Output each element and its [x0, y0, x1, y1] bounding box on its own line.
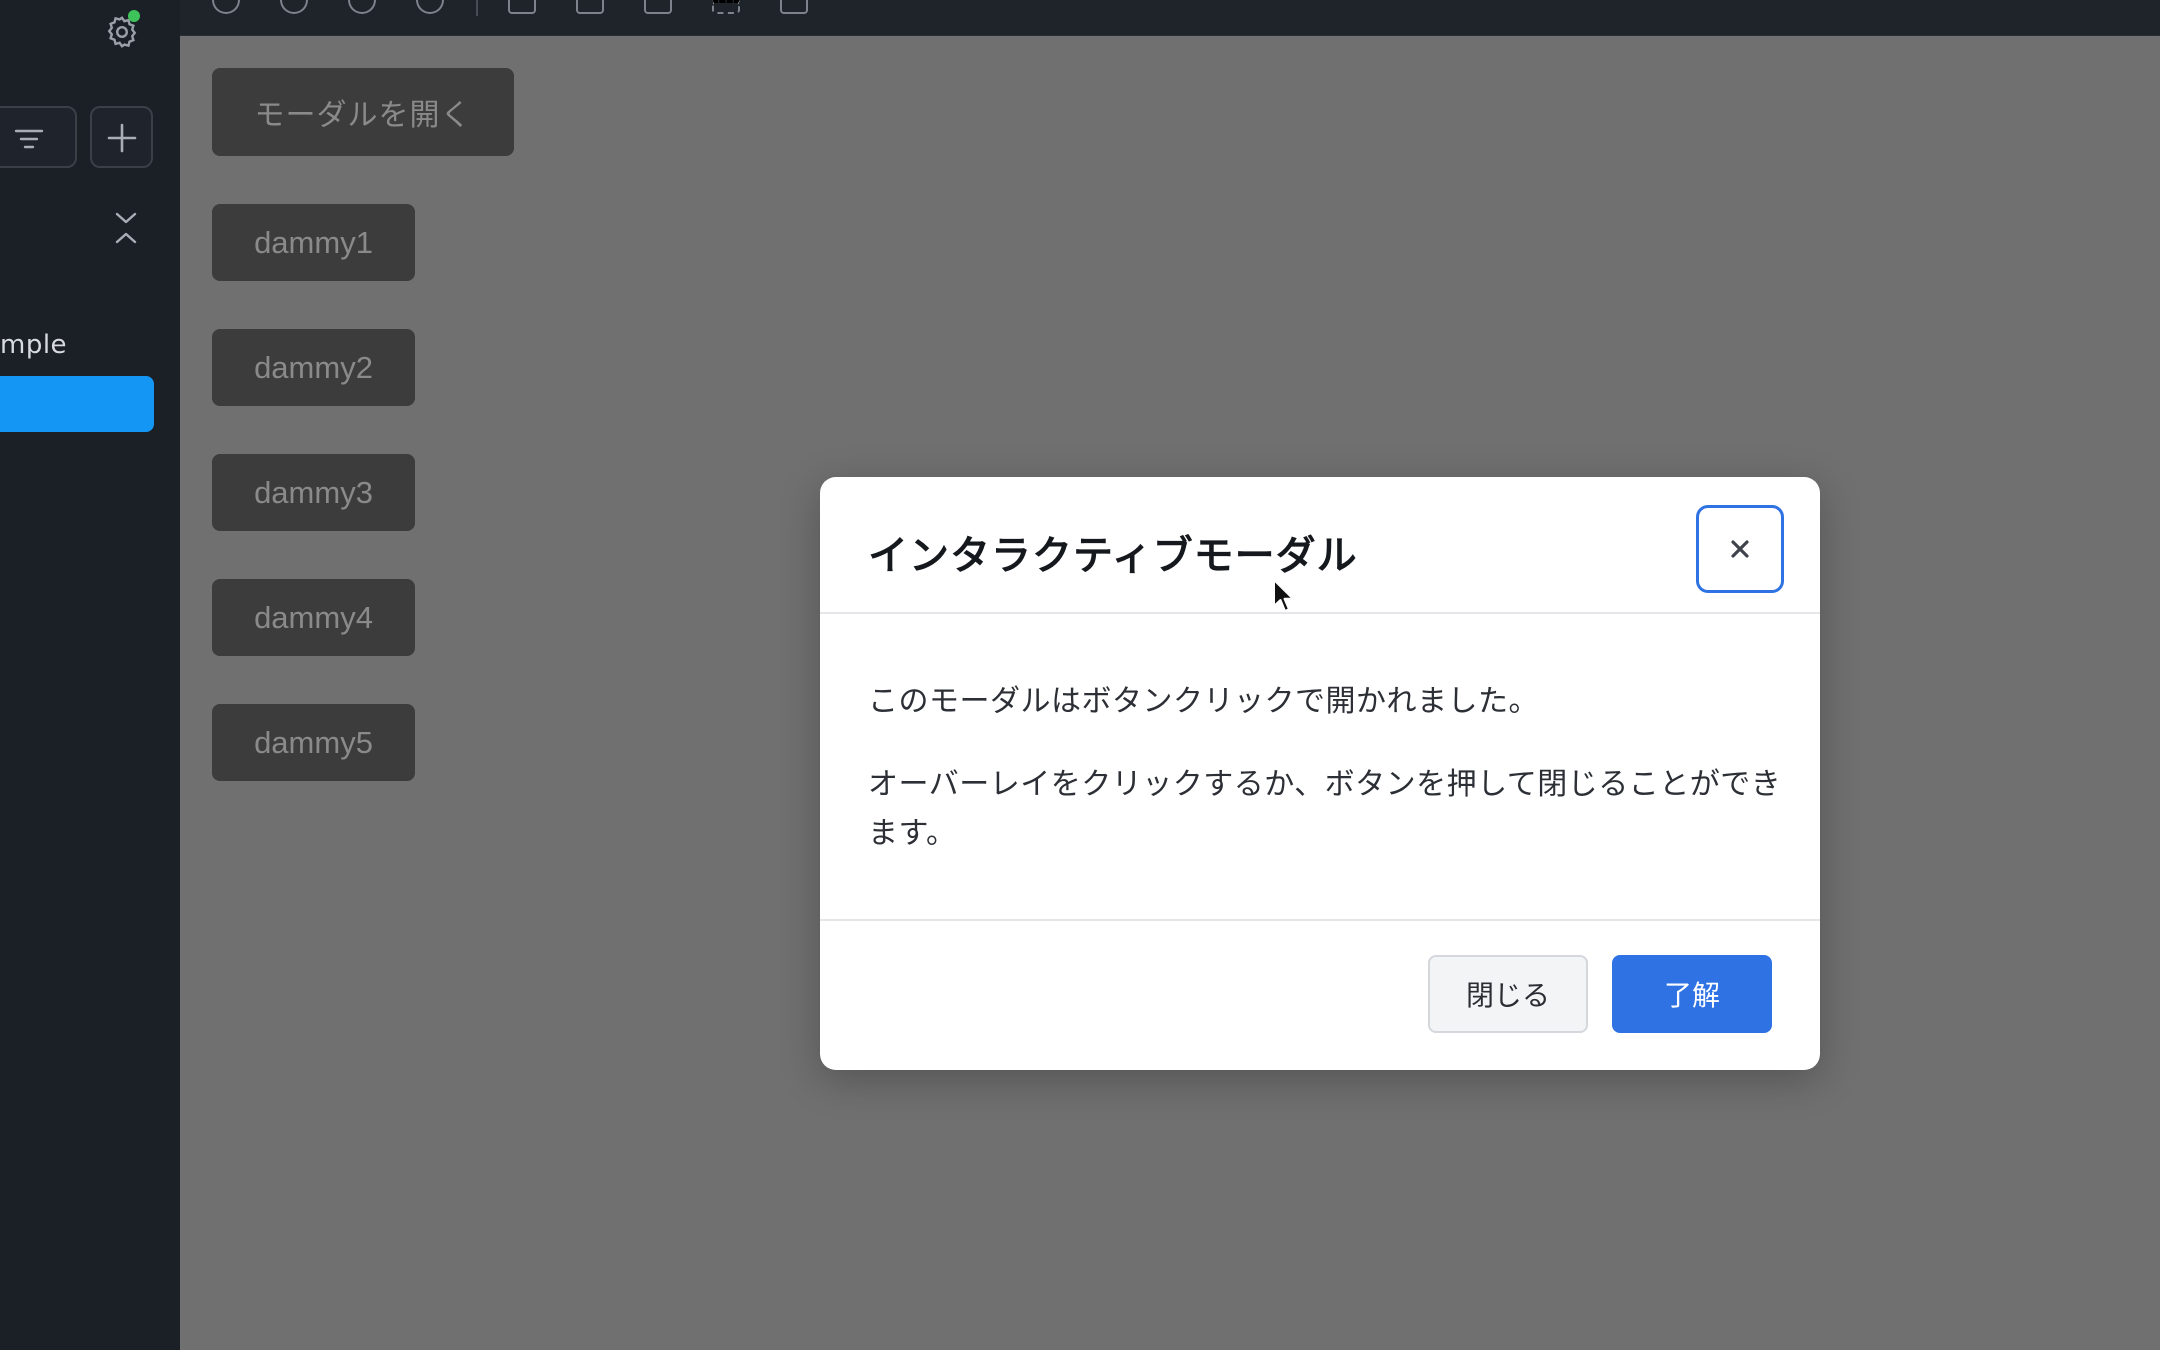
sidebar-item-active[interactable]	[0, 376, 154, 432]
dummy-button-5[interactable]: dammy5	[212, 704, 415, 781]
image-icon[interactable]	[576, 0, 604, 14]
sidebar-item-label[interactable]: mple	[0, 330, 67, 360]
close-icon	[1731, 540, 1749, 558]
open-modal-button[interactable]: モーダルを開く	[212, 68, 514, 156]
zoom-icon[interactable]	[280, 0, 308, 14]
add-button[interactable]	[90, 106, 153, 168]
modal-body-text-2: オーバーレイをクリックするか、ボタンを押して閉じることができます。	[868, 767, 1782, 851]
filter-icon	[14, 129, 44, 149]
modal-close-button[interactable]	[1696, 505, 1784, 593]
dummy-button-4[interactable]: dammy4	[212, 579, 415, 656]
modal-header: インタラクティブモーダル	[820, 477, 1820, 614]
dummy-button-3[interactable]: dammy3	[212, 454, 415, 531]
grid-icon[interactable]	[508, 0, 536, 14]
modal-dialog: インタラクティブモーダル このモーダルはボタンクリックで開かれました。 オーバー…	[820, 477, 1820, 1070]
modal-title: インタラクティブモーダル	[868, 533, 1358, 579]
chevron-collapse-icon[interactable]	[112, 210, 140, 246]
ok-button[interactable]: 了解	[1612, 955, 1772, 1033]
modal-body-text-1: このモーダルはボタンクリックで開かれました。	[868, 684, 1539, 719]
sidebar: mple	[0, 0, 180, 1350]
close-button[interactable]: 閉じる	[1428, 955, 1588, 1033]
filter-button[interactable]	[0, 106, 77, 168]
refresh-icon[interactable]	[212, 0, 240, 14]
frame-icon[interactable]	[644, 0, 672, 14]
panel-icon[interactable]	[780, 0, 808, 14]
status-dot	[128, 10, 140, 22]
plus-icon	[107, 123, 137, 153]
toolbar	[180, 0, 2160, 36]
fullscreen-icon[interactable]	[712, 0, 740, 14]
toolbar-separator	[476, 0, 478, 16]
zoom-in-icon[interactable]	[348, 0, 376, 14]
modal-body: このモーダルはボタンクリックで開かれました。 オーバーレイをクリックするか、ボタ…	[868, 677, 1788, 892]
mouse-cursor-icon	[1273, 579, 1294, 612]
dummy-button-2[interactable]: dammy2	[212, 329, 415, 406]
zoom-out-icon[interactable]	[416, 0, 444, 14]
modal-footer: 閉じる 了解	[820, 919, 1820, 1070]
dummy-button-1[interactable]: dammy1	[212, 204, 415, 281]
